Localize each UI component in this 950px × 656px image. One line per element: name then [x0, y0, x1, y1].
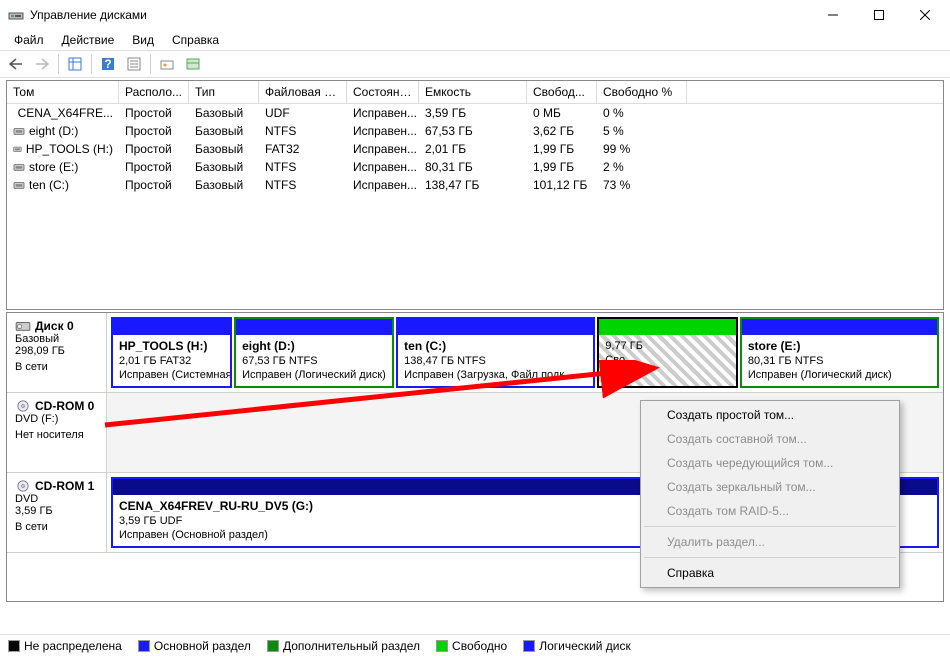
cell: Базовый — [189, 158, 259, 176]
context-separator — [644, 557, 896, 558]
cell: 73 % — [597, 176, 687, 194]
menu-help[interactable]: Справка — [164, 31, 227, 49]
disk-label: CD-ROM 0DVD (F:)Нет носителя — [7, 393, 107, 472]
cell: FAT32 — [259, 140, 347, 158]
table-row[interactable]: ten (C:)ПростойБазовыйNTFSИсправен...138… — [7, 176, 943, 194]
context-menu-item: Создать том RAID-5... — [643, 499, 897, 523]
view-details-button[interactable] — [63, 53, 87, 75]
column-header[interactable]: Свобод... — [527, 81, 597, 103]
table-row[interactable]: CENA_X64FRE...ПростойБазовыйUDFИсправен.… — [7, 104, 943, 122]
partition[interactable]: HP_TOOLS (H:)2,01 ГБ FAT32Исправен (Сист… — [111, 317, 232, 388]
cell: Исправен... — [347, 176, 419, 194]
table-row[interactable]: HP_TOOLS (H:)ПростойБазовыйFAT32Исправен… — [7, 140, 943, 158]
menubar: Файл Действие Вид Справка — [0, 30, 950, 50]
column-header[interactable]: Том — [7, 81, 119, 103]
minimize-button[interactable] — [810, 0, 856, 30]
volume-list[interactable]: ТомРасполо...ТипФайловая с...СостояниеЕм… — [6, 80, 944, 310]
cell: NTFS — [259, 122, 347, 140]
legend-item: Основной раздел — [138, 639, 251, 653]
cell: Базовый — [189, 140, 259, 158]
cell: 99 % — [597, 140, 687, 158]
cell: eight (D:) — [7, 122, 119, 140]
back-button[interactable] — [4, 53, 28, 75]
cell: ten (C:) — [7, 176, 119, 194]
partition[interactable]: ten (C:)138,47 ГБ NTFSИсправен (Загрузка… — [396, 317, 595, 388]
refresh-button[interactable] — [181, 53, 205, 75]
close-button[interactable] — [902, 0, 948, 30]
cell: NTFS — [259, 158, 347, 176]
legend-item: Свободно — [436, 639, 507, 653]
column-header[interactable]: Состояние — [347, 81, 419, 103]
cell: Исправен... — [347, 104, 419, 122]
column-header[interactable]: Тип — [189, 81, 259, 103]
column-header[interactable]: Располо... — [119, 81, 189, 103]
forward-button[interactable] — [30, 53, 54, 75]
partition[interactable]: store (E:)80,31 ГБ NTFSИсправен (Логичес… — [740, 317, 939, 388]
menu-view[interactable]: Вид — [124, 31, 162, 49]
cell: 1,99 ГБ — [527, 140, 597, 158]
cell: Простой — [119, 158, 189, 176]
table-row[interactable]: eight (D:)ПростойБазовыйNTFSИсправен...6… — [7, 122, 943, 140]
legend-item: Логический диск — [523, 639, 631, 653]
cell: 1,99 ГБ — [527, 158, 597, 176]
disk-row[interactable]: Диск 0Базовый298,09 ГБВ сетиHP_TOOLS (H:… — [7, 313, 943, 393]
cell: Исправен... — [347, 122, 419, 140]
maximize-button[interactable] — [856, 0, 902, 30]
cell: Простой — [119, 122, 189, 140]
cell: Простой — [119, 104, 189, 122]
cell: Исправен... — [347, 158, 419, 176]
cell: Простой — [119, 176, 189, 194]
context-menu-item[interactable]: Создать простой том... — [643, 403, 897, 427]
cell: 0 % — [597, 104, 687, 122]
column-header[interactable]: Файловая с... — [259, 81, 347, 103]
context-menu-item[interactable]: Справка — [643, 561, 897, 585]
cell: UDF — [259, 104, 347, 122]
app-icon — [8, 7, 24, 23]
table-row[interactable]: store (E:)ПростойБазовыйNTFSИсправен...8… — [7, 158, 943, 176]
cell: 101,12 ГБ — [527, 176, 597, 194]
cell: store (E:) — [7, 158, 119, 176]
toolbar: ? — [0, 50, 950, 78]
properties-button[interactable] — [122, 53, 146, 75]
cell: Исправен... — [347, 140, 419, 158]
cell: Базовый — [189, 176, 259, 194]
column-header[interactable]: Емкость — [419, 81, 527, 103]
svg-text:?: ? — [104, 57, 111, 71]
titlebar: Управление дисками — [0, 0, 950, 30]
partition[interactable]: 9,77 ГБСво — [597, 317, 738, 388]
context-menu-item: Создать составной том... — [643, 427, 897, 451]
legend-item: Дополнительный раздел — [267, 639, 420, 653]
help-button[interactable]: ? — [96, 53, 120, 75]
context-menu-item: Удалить раздел... — [643, 530, 897, 554]
legend: Не распределена Основной раздел Дополнител… — [0, 634, 950, 656]
settings-button[interactable] — [155, 53, 179, 75]
cell: 0 МБ — [527, 104, 597, 122]
disk-label: CD-ROM 1DVD3,59 ГБВ сети — [7, 473, 107, 552]
menu-action[interactable]: Действие — [54, 31, 123, 49]
context-menu: Создать простой том...Создать составной … — [640, 400, 900, 588]
cell: 3,59 ГБ — [419, 104, 527, 122]
cell: Простой — [119, 140, 189, 158]
cell: 3,62 ГБ — [527, 122, 597, 140]
cell: Базовый — [189, 122, 259, 140]
cell: 67,53 ГБ — [419, 122, 527, 140]
legend-item: Не распределена — [8, 639, 122, 653]
cell: 80,31 ГБ — [419, 158, 527, 176]
cell: 2 % — [597, 158, 687, 176]
disk-label: Диск 0Базовый298,09 ГБВ сети — [7, 313, 107, 392]
cell: NTFS — [259, 176, 347, 194]
menu-file[interactable]: Файл — [6, 31, 52, 49]
partition[interactable]: eight (D:)67,53 ГБ NTFSИсправен (Логичес… — [234, 317, 394, 388]
cell: 2,01 ГБ — [419, 140, 527, 158]
cell: HP_TOOLS (H:) — [7, 140, 119, 158]
context-menu-item: Создать чередующийся том... — [643, 451, 897, 475]
column-header[interactable]: Свободно % — [597, 81, 687, 103]
window-title: Управление дисками — [30, 8, 810, 22]
cell: 138,47 ГБ — [419, 176, 527, 194]
cell: 5 % — [597, 122, 687, 140]
cell: CENA_X64FRE... — [7, 104, 119, 122]
context-menu-item: Создать зеркальный том... — [643, 475, 897, 499]
cell: Базовый — [189, 104, 259, 122]
context-separator — [644, 526, 896, 527]
